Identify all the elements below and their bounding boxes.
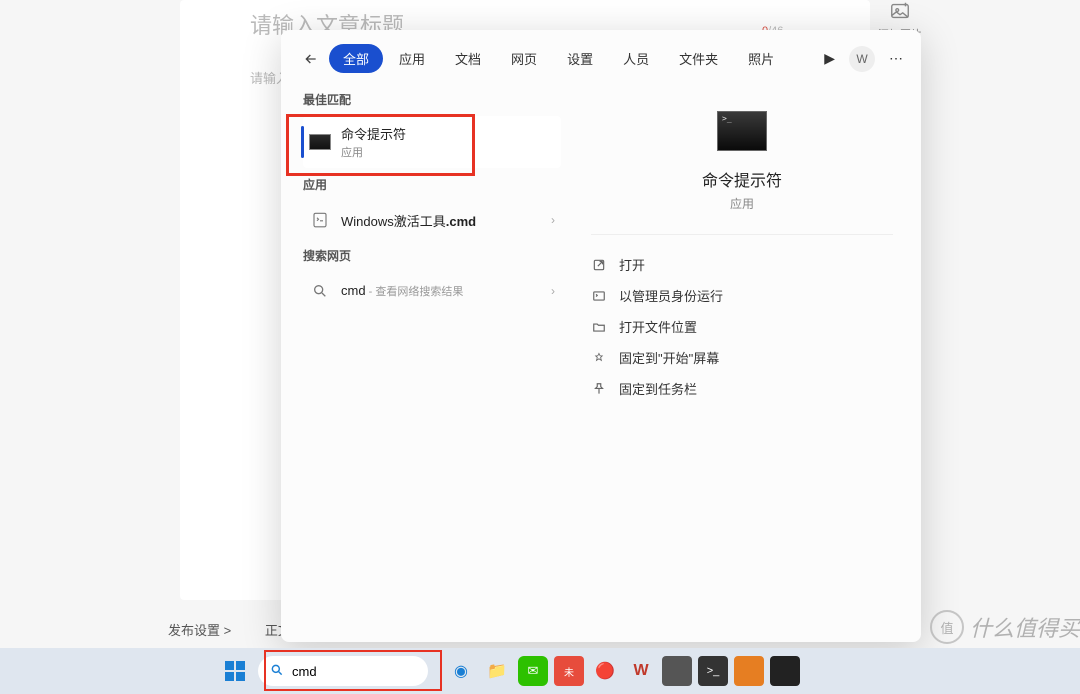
search-panel-header: 全部 应用 文档 网页 设置 人员 文件夹 照片 ▶ W ⋯ <box>281 30 921 83</box>
publish-settings-link[interactable]: 发布设置 > <box>168 623 231 638</box>
tab-all[interactable]: 全部 <box>329 44 383 73</box>
arrow-left-icon <box>303 51 319 67</box>
tab-photos[interactable]: 照片 <box>734 44 788 73</box>
divider <box>591 234 893 235</box>
preview-title: 命令提示符 <box>591 167 893 191</box>
search-result-preview: 命令提示符 应用 打开 以管理员身份运行 打开文件位置 固定到"开始"屏幕 固 <box>571 83 921 641</box>
taskbar-app-chrome[interactable]: 🔴 <box>590 656 620 686</box>
pin-icon <box>591 382 607 396</box>
pin-icon <box>591 351 607 365</box>
action-pin-start[interactable]: 固定到"开始"屏幕 <box>591 342 893 373</box>
action-pin-taskbar[interactable]: 固定到任务栏 <box>591 373 893 404</box>
section-apps: 应用 <box>303 176 561 193</box>
taskbar-pinned-apps: ◉ 📁 ✉ 未 🔴 W >_ <box>446 656 800 686</box>
play-icon[interactable]: ▶ <box>824 50 835 67</box>
search-icon <box>270 663 284 680</box>
search-filter-tabs: 全部 应用 文档 网页 设置 人员 文件夹 照片 <box>329 44 818 73</box>
user-avatar[interactable]: W <box>849 46 875 72</box>
script-file-icon <box>309 209 331 231</box>
taskbar-app-explorer[interactable]: 📁 <box>482 656 512 686</box>
taskbar-app-custom4[interactable] <box>770 656 800 686</box>
section-web: 搜索网页 <box>303 247 561 264</box>
search-results-list: 最佳匹配 命令提示符 应用 应用 Windows激活工具.cmd › 搜索网页 <box>281 83 571 641</box>
windows-taskbar: ◉ 📁 ✉ 未 🔴 W >_ <box>0 648 1080 694</box>
taskbar-app-wechat[interactable]: ✉ <box>518 656 548 686</box>
tab-people[interactable]: 人员 <box>609 44 663 73</box>
chevron-right-icon: › <box>551 213 555 227</box>
open-icon <box>591 258 607 272</box>
result-best-match[interactable]: 命令提示符 应用 <box>303 116 561 168</box>
taskbar-app-wps[interactable]: W <box>626 656 656 686</box>
result-web-search[interactable]: cmd - 查看网络搜索结果 › <box>303 272 561 310</box>
section-best-match: 最佳匹配 <box>303 91 561 108</box>
preview-subtitle: 应用 <box>591 195 893 212</box>
chevron-right-icon: › <box>551 284 555 298</box>
result-app-cmd-file[interactable]: Windows激活工具.cmd › <box>303 201 561 239</box>
windows-logo-icon <box>225 661 245 681</box>
cmd-icon <box>309 131 331 153</box>
tab-web[interactable]: 网页 <box>497 44 551 73</box>
back-button[interactable] <box>299 47 323 71</box>
tab-apps[interactable]: 应用 <box>385 44 439 73</box>
cmd-large-icon <box>717 111 767 151</box>
action-open[interactable]: 打开 <box>591 249 893 280</box>
search-icon <box>309 280 331 302</box>
taskbar-app-terminal[interactable]: >_ <box>698 656 728 686</box>
start-button[interactable] <box>220 656 250 686</box>
windows-search-panel: 全部 应用 文档 网页 设置 人员 文件夹 照片 ▶ W ⋯ 最佳匹配 命令提示… <box>281 30 921 642</box>
taskbar-app-custom3[interactable] <box>734 656 764 686</box>
tab-folders[interactable]: 文件夹 <box>665 44 732 73</box>
folder-icon <box>591 320 607 334</box>
taskbar-app-custom1[interactable]: 未 <box>554 656 584 686</box>
action-run-admin[interactable]: 以管理员身份运行 <box>591 280 893 311</box>
tab-settings[interactable]: 设置 <box>553 44 607 73</box>
action-open-location[interactable]: 打开文件位置 <box>591 311 893 342</box>
taskbar-search-input[interactable] <box>292 664 468 679</box>
taskbar-app-custom2[interactable] <box>662 656 692 686</box>
tab-documents[interactable]: 文档 <box>441 44 495 73</box>
image-plus-icon <box>889 0 911 22</box>
shield-icon <box>591 289 607 303</box>
taskbar-search-box[interactable] <box>258 656 428 686</box>
more-options-icon[interactable]: ⋯ <box>889 50 903 67</box>
